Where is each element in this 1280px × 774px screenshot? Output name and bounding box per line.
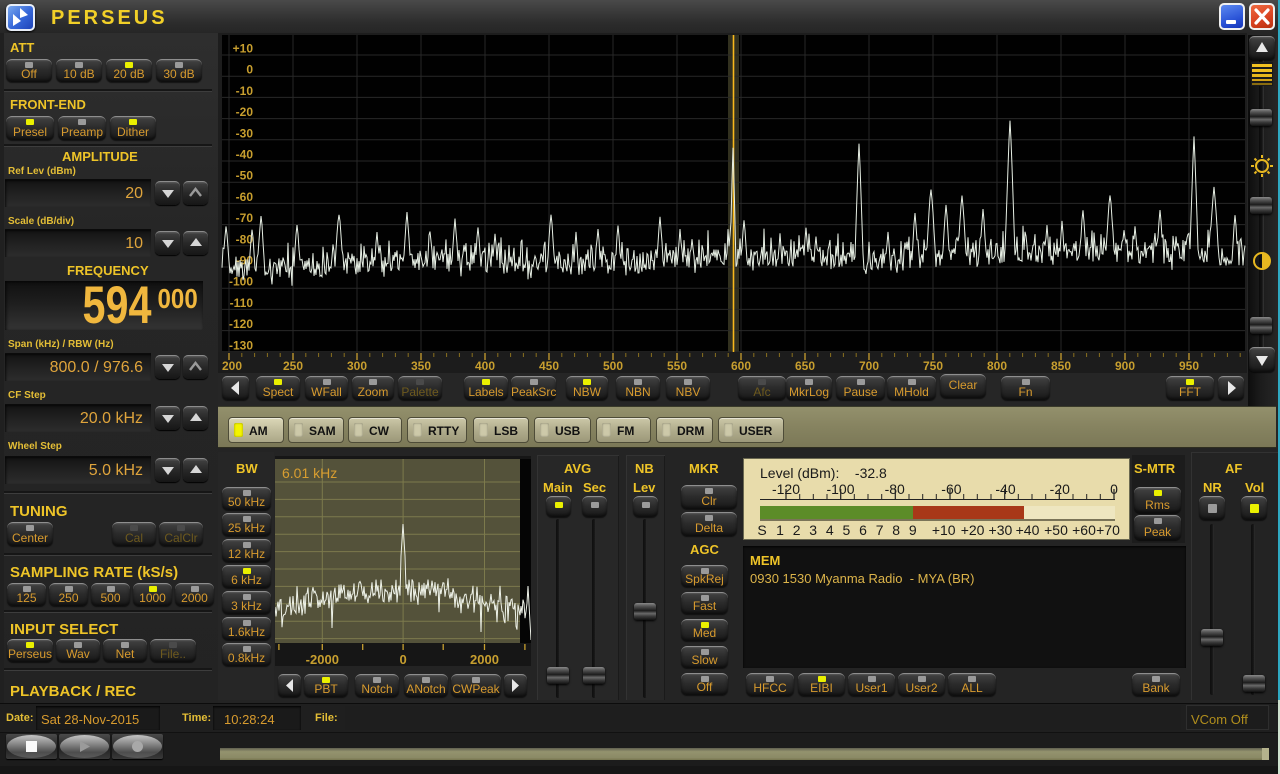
svg-text:+50: +50: [1044, 522, 1068, 538]
svg-text:6.01 kHz: 6.01 kHz: [282, 465, 337, 481]
svg-text:6: 6: [859, 522, 867, 538]
svg-text:950: 950: [1179, 359, 1199, 373]
svg-text:-60: -60: [236, 190, 254, 204]
svg-text:400: 400: [475, 359, 495, 373]
svg-text:900: 900: [1115, 359, 1135, 373]
svg-text:650: 650: [795, 359, 815, 373]
svg-text:-70: -70: [236, 211, 254, 225]
svg-text:2000: 2000: [470, 652, 499, 666]
svg-text:+40: +40: [1016, 522, 1040, 538]
svg-text:-10: -10: [236, 84, 254, 98]
svg-text:-130: -130: [229, 338, 253, 352]
svg-text:+30: +30: [989, 522, 1013, 538]
svg-text:-60: -60: [941, 481, 961, 497]
svg-text:5: 5: [843, 522, 851, 538]
svg-text:-120: -120: [229, 317, 253, 331]
svg-text:-100: -100: [229, 275, 253, 289]
svg-text:4: 4: [826, 522, 834, 538]
svg-text:450: 450: [539, 359, 559, 373]
svg-text:500: 500: [603, 359, 623, 373]
svg-text:800: 800: [987, 359, 1007, 373]
svg-text:-50: -50: [236, 169, 254, 183]
svg-text:1: 1: [776, 522, 784, 538]
svg-text:-2000: -2000: [306, 652, 339, 666]
svg-text:-20: -20: [1050, 481, 1070, 497]
svg-text:850: 850: [1051, 359, 1071, 373]
svg-text:300: 300: [347, 359, 367, 373]
svg-text:-40: -40: [995, 481, 1015, 497]
svg-text:550: 550: [667, 359, 687, 373]
svg-text:0: 0: [246, 63, 253, 77]
svg-text:200: 200: [222, 359, 242, 373]
svg-text:-30: -30: [236, 126, 254, 140]
svg-text:+60: +60: [1072, 522, 1096, 538]
svg-text:-40: -40: [236, 148, 254, 162]
svg-text:7: 7: [876, 522, 884, 538]
svg-text:-20: -20: [236, 105, 254, 119]
svg-text:700: 700: [859, 359, 879, 373]
svg-text:+70: +70: [1096, 522, 1120, 538]
svg-text:Level (dBm): -32.8: Level (dBm): -32.8: [760, 465, 887, 481]
svg-text:0: 0: [399, 652, 406, 666]
svg-text:-110: -110: [230, 296, 254, 310]
svg-text:250: 250: [283, 359, 303, 373]
svg-text:+10: +10: [233, 42, 254, 56]
svg-text:S: S: [757, 522, 766, 538]
svg-text:8: 8: [892, 522, 900, 538]
svg-text:2: 2: [793, 522, 801, 538]
svg-text:+10: +10: [932, 522, 956, 538]
svg-text:9: 9: [909, 522, 917, 538]
svg-text:350: 350: [411, 359, 431, 373]
svg-text:750: 750: [923, 359, 943, 373]
svg-text:+20: +20: [961, 522, 985, 538]
svg-text:3: 3: [809, 522, 817, 538]
svg-text:600: 600: [731, 359, 751, 373]
